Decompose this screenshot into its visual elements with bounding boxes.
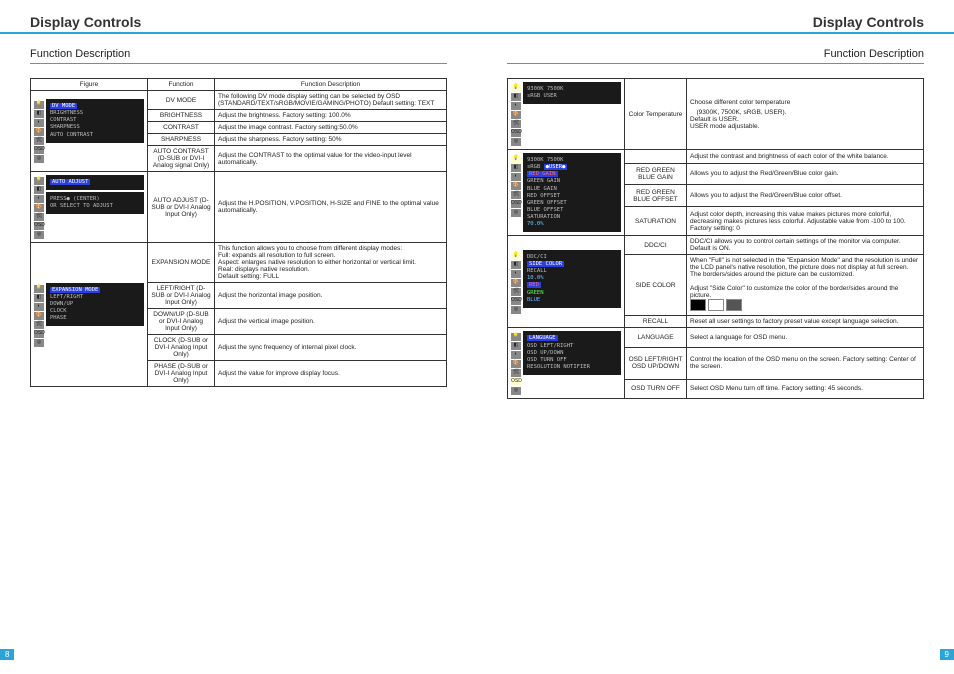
function-table: FigureFunctionFunction Description 💡◧◐🎨🛠… xyxy=(30,78,447,387)
th-figure: Figure xyxy=(31,79,148,91)
figure-osd: 💡◧◐🎨🛠OSD◎LANGUAGEOSD LEFT/RIGHTOSD UP/DO… xyxy=(508,328,625,399)
page-title: Display Controls xyxy=(30,14,447,30)
th-function: Function xyxy=(148,79,215,91)
page-number: 8 xyxy=(0,649,14,660)
desc: The following DV mode display setting ca… xyxy=(215,91,447,110)
figure-colorgain: 💡◧◐🎨🛠OSD◎9300K 7500KsRGB ●USER●RED GAING… xyxy=(508,150,625,236)
figure-colortemp: 💡◧◐🎨🛠OSD◎9300K 7500KsRGB USER xyxy=(508,79,625,150)
page: Display Controls Function Description Fi… xyxy=(0,0,954,674)
section-title: Function Description xyxy=(30,48,447,64)
right-page: Display Controls Function Description 💡◧… xyxy=(477,0,954,674)
page-number: 9 xyxy=(940,649,954,660)
fn: DV MODE xyxy=(148,91,215,110)
figure-dvmode: 💡◧◐🎨🛠OSD◎DV MODEBRIGHTNESSCONTRASTSHARPN… xyxy=(31,91,148,172)
figure-autoadjust: 💡◧◐🎨🛠OSD◎AUTO ADJUSTPRESS● (CENTER) OR S… xyxy=(31,172,148,243)
figure-expansion: 💡◧◐🎨🛠OSD◎EXPANSION MODELEFT/RIGHTDOWN/UP… xyxy=(31,243,148,387)
divider xyxy=(477,32,954,34)
function-table: 💡◧◐🎨🛠OSD◎9300K 7500KsRGB USER Color Temp… xyxy=(507,78,924,399)
figure-sidecolor: 💡◧◐🎨🛠OSD◎DDC/CISIDE COLORRECALL 10.0%RED… xyxy=(508,236,625,328)
section-title: Function Description xyxy=(507,48,924,64)
th-desc: Function Description xyxy=(215,79,447,91)
divider xyxy=(0,32,477,34)
left-page: Display Controls Function Description Fi… xyxy=(0,0,477,674)
page-title: Display Controls xyxy=(507,14,924,30)
